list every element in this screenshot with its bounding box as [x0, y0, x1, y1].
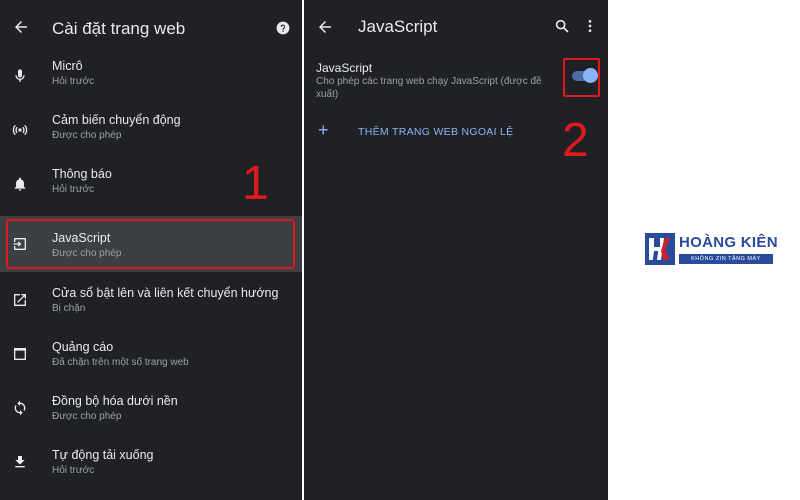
javascript-highlight-box — [6, 219, 295, 269]
bell-icon — [14, 177, 26, 191]
popup-icon — [14, 294, 26, 306]
add-exception-button[interactable]: THÊM TRANG WEB NGOẠI LỆ — [358, 126, 513, 138]
step-1-label: 1 — [242, 157, 269, 210]
mic-icon — [15, 69, 25, 82]
step-2-label: 2 — [562, 114, 589, 167]
hoang-kien-logo: HOÀNG KIÊN KHÔNG ZIN TẶNG MÁY — [645, 233, 778, 267]
item-title: Quảng cáo — [52, 340, 114, 354]
page-title: JavaScript — [358, 17, 438, 36]
plus-icon[interactable]: + — [318, 121, 329, 139]
item-subtitle: Hỏi trước — [52, 465, 95, 476]
search-icon[interactable] — [554, 18, 570, 34]
setting-item-popups[interactable]: Cửa sổ bật lên và liên kết chuyển hướng … — [0, 275, 302, 329]
page-title: Cài đặt trang web — [52, 19, 186, 38]
logo-name: HOÀNG KIÊN — [679, 234, 778, 251]
item-title: Tự động tải xuống — [52, 448, 154, 462]
setting-item-auto-download[interactable]: Tự động tải xuống Hỏi trước — [0, 437, 302, 491]
setting-item-motion-sensors[interactable]: Cảm biến chuyển động Được cho phép — [0, 104, 302, 158]
item-title: Micrô — [52, 59, 83, 73]
sensors-icon — [12, 124, 28, 136]
logo-tagline: KHÔNG ZIN TẶNG MÁY — [679, 254, 773, 264]
item-subtitle: Đã chặn trên một số trang web — [52, 357, 189, 368]
item-subtitle: Bị chặn — [52, 303, 86, 314]
javascript-setting-description: Cho phép các trang web chạy JavaScript (… — [316, 76, 542, 100]
ads-icon — [14, 348, 26, 360]
setting-item-ads[interactable]: Quảng cáo Đã chặn trên một số trang web — [0, 329, 302, 383]
help-icon[interactable] — [276, 21, 290, 35]
sync-icon — [14, 400, 26, 416]
item-subtitle: Hỏi trước — [52, 76, 95, 87]
more-options-icon[interactable] — [586, 18, 594, 34]
item-subtitle: Được cho phép — [52, 411, 122, 422]
item-subtitle: Được cho phép — [52, 130, 122, 141]
item-title: Đồng bộ hóa dưới nền — [52, 394, 178, 408]
back-arrow-icon[interactable] — [316, 18, 334, 36]
setting-item-microphone[interactable]: Micrô Hỏi trước — [0, 50, 302, 104]
toggle-highlight-box — [563, 58, 600, 97]
item-title: Cảm biến chuyển động — [52, 113, 181, 127]
setting-item-background-sync[interactable]: Đồng bộ hóa dưới nền Được cho phép — [0, 383, 302, 437]
item-subtitle: Hỏi trước — [52, 184, 95, 195]
hk-logo-icon — [645, 233, 675, 265]
download-icon — [15, 456, 25, 468]
item-title: Cửa sổ bật lên và liên kết chuyển hướng — [52, 286, 279, 300]
javascript-setting-title: JavaScript — [316, 61, 373, 75]
back-arrow-icon[interactable] — [12, 18, 30, 36]
item-title: Thông báo — [52, 167, 112, 181]
